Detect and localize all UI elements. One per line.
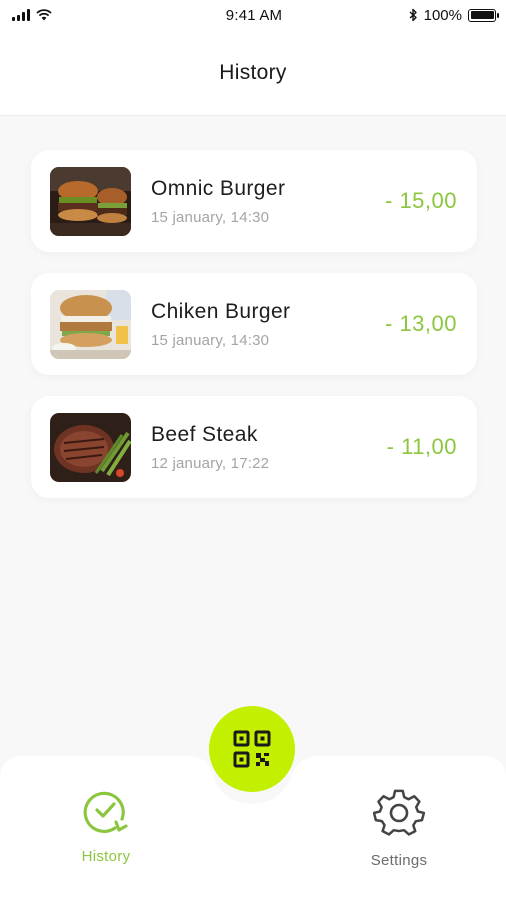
tab-history-label: History: [81, 848, 131, 865]
item-name: Chiken Burger: [151, 299, 291, 323]
battery-percent: 100%: [423, 6, 462, 24]
item-date: 15 january, 14:30: [151, 208, 270, 226]
wifi-icon: [36, 9, 52, 21]
item-price: - 13,00: [385, 311, 457, 336]
tab-settings-label: Settings: [370, 852, 428, 869]
item-name: Beef Steak: [151, 422, 258, 446]
signal-icon: [12, 9, 30, 21]
status-bar: 9:41 AM 100%: [0, 0, 506, 30]
item-info: Beef Steak 12 january, 17:22: [151, 423, 387, 472]
item-price: - 11,00: [386, 434, 457, 459]
bluetooth-icon: [409, 8, 417, 22]
history-list: Omnic Burger 15 january, 14:30 - 15,00 C…: [31, 150, 477, 519]
list-item[interactable]: Beef Steak 12 january, 17:22 - 11,00: [31, 396, 477, 498]
battery-icon: [468, 8, 499, 22]
beef-steak-photo: [50, 412, 131, 482]
item-date: 15 january, 14:30: [151, 331, 270, 349]
qr-code-icon: [233, 730, 271, 768]
gear-icon: [373, 789, 425, 836]
scan-qr-button[interactable]: [209, 706, 295, 792]
page-title: History: [219, 60, 287, 84]
item-info: Chiken Burger 15 january, 14:30: [151, 300, 385, 349]
list-item[interactable]: Chiken Burger 15 january, 14:30 - 13,00: [31, 273, 477, 375]
omnic-burger-photo: [50, 166, 131, 236]
item-info: Omnic Burger 15 january, 14:30: [151, 177, 385, 226]
status-left: [12, 9, 132, 21]
history-check-icon: [83, 791, 128, 833]
item-price: - 15,00: [385, 188, 457, 213]
status-right: 100%: [376, 6, 499, 24]
status-time: 9:41 AM: [225, 6, 283, 24]
item-date: 12 january, 17:22: [151, 454, 270, 472]
tab-history[interactable]: History: [66, 788, 146, 865]
item-name: Omnic Burger: [151, 176, 286, 200]
tab-settings[interactable]: Settings: [357, 788, 441, 869]
chicken-burger-photo: [50, 289, 131, 359]
header: History: [0, 30, 506, 116]
list-item[interactable]: Omnic Burger 15 january, 14:30 - 15,00: [31, 150, 477, 252]
